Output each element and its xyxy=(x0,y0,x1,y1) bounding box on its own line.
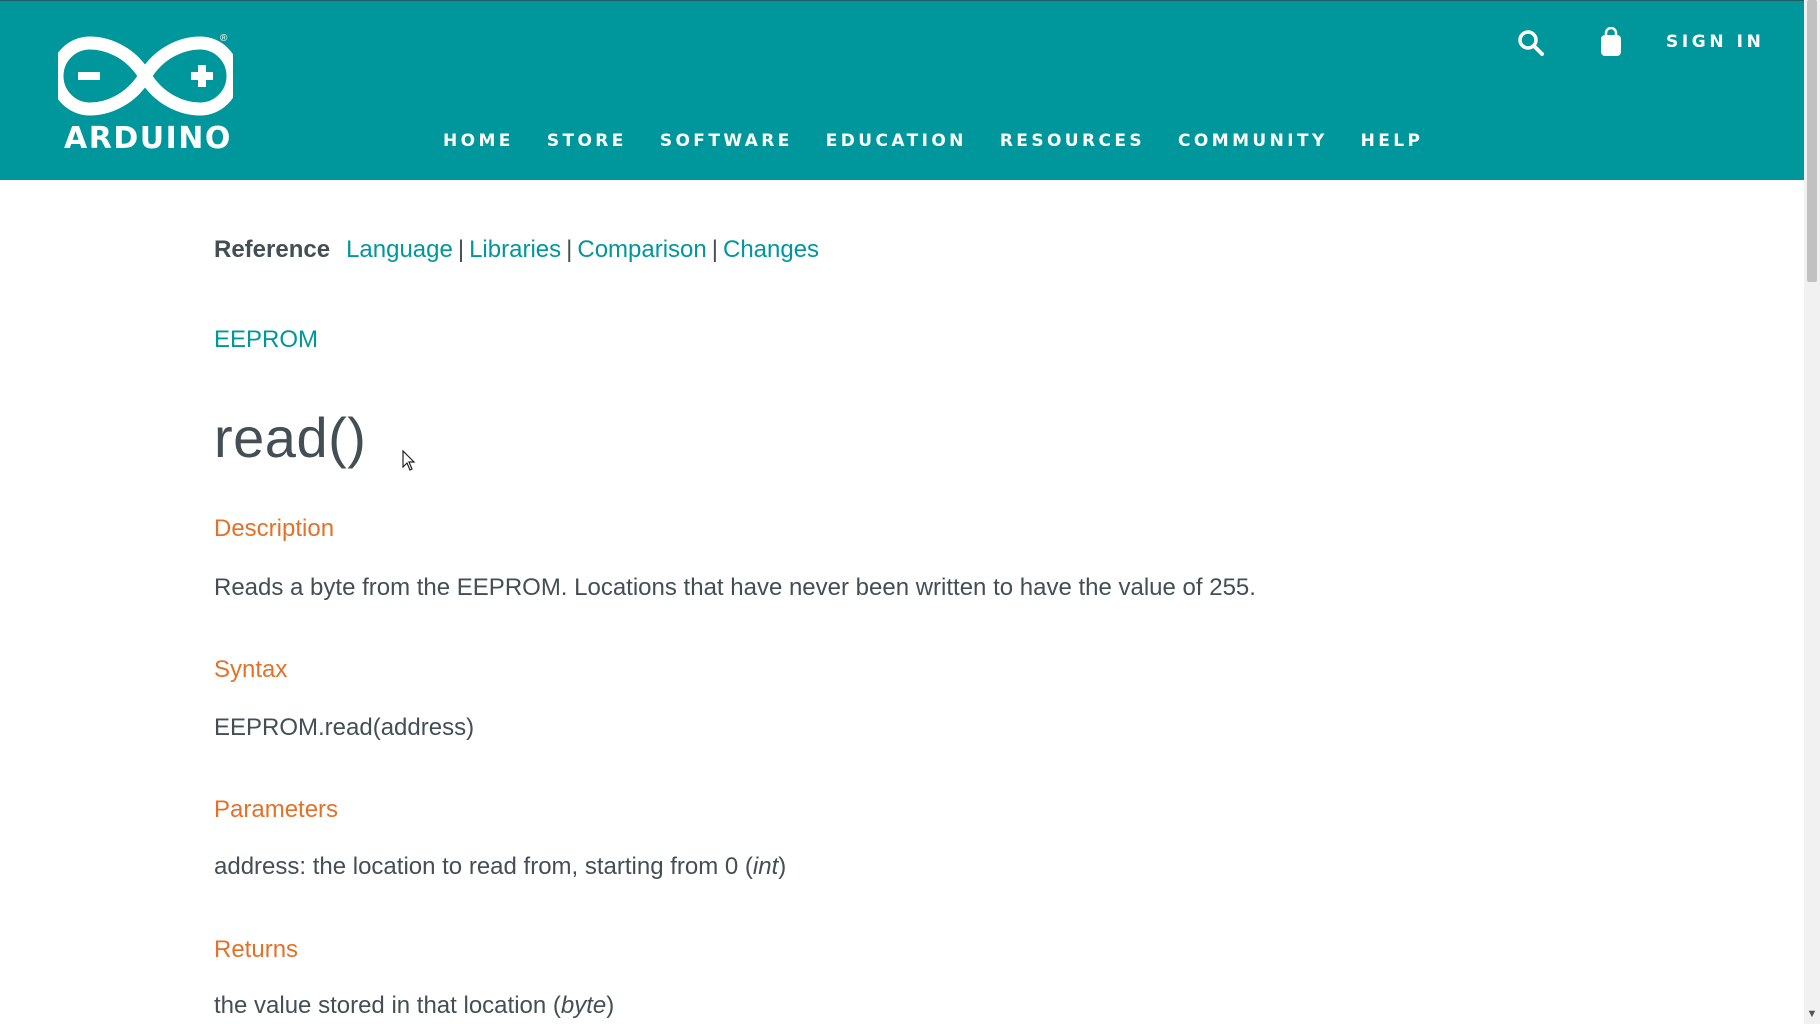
brand-wordmark: ARDUINO xyxy=(64,121,232,156)
nav-education[interactable]: EDUCATION xyxy=(826,131,967,151)
sign-in-link[interactable]: SIGN IN xyxy=(1666,32,1764,52)
description-heading: Description xyxy=(214,515,335,542)
parameters-close-paren: ) xyxy=(778,853,787,880)
search-icon[interactable] xyxy=(1517,29,1545,57)
infinity-logo-icon xyxy=(58,36,233,116)
returns-description: the value stored in that location ( xyxy=(214,992,561,1019)
description-text: Reads a byte from the EEPROM. Locations … xyxy=(214,574,1256,601)
scrollbar-thumb[interactable] xyxy=(1807,0,1817,282)
breadcrumb: Reference Language | Libraries | Comparison | C… xyxy=(214,236,819,264)
syntax-text: EEPROM.read(address) xyxy=(214,714,475,741)
parameters-description: address: the location to read from, star… xyxy=(214,853,753,880)
breadcrumb-comparison-link[interactable]: Comparison xyxy=(577,236,706,263)
breadcrumb-separator: | xyxy=(566,236,573,263)
parameters-text: address: the location to read from, star… xyxy=(214,853,786,881)
main-nav: HOME STORE SOFTWARE EDUCATION RESOURCES COMMU… xyxy=(443,131,1456,151)
nav-home[interactable]: HOME xyxy=(443,131,514,151)
nav-community[interactable]: COMMUNITY xyxy=(1178,131,1328,151)
shopping-bag-icon[interactable] xyxy=(1598,26,1624,57)
breadcrumb-reference-label: Reference xyxy=(214,236,331,263)
scroll-down-arrow-icon[interactable]: ▼ xyxy=(1806,1008,1818,1020)
breadcrumb-libraries-link[interactable]: Libraries xyxy=(469,236,561,263)
vertical-scrollbar[interactable]: ▼ xyxy=(1804,0,1820,1024)
breadcrumb-separator: | xyxy=(711,236,718,263)
parameters-heading: Parameters xyxy=(214,796,339,823)
returns-type: byte xyxy=(560,992,607,1019)
page-title: read() xyxy=(214,406,367,469)
site-header: ® ARDUINO HOME STORE SOFTWARE EDUCATION RESO… xyxy=(0,0,1804,180)
eeprom-library-link[interactable]: EEPROM xyxy=(214,326,318,354)
breadcrumb-language-link[interactable]: Language xyxy=(346,236,453,263)
mouse-cursor-icon xyxy=(402,450,416,471)
returns-text: the value stored in that location (byte) xyxy=(214,992,614,1020)
parameters-type: int xyxy=(752,853,779,880)
nav-resources[interactable]: RESOURCES xyxy=(1000,131,1145,151)
breadcrumb-separator: | xyxy=(457,236,465,263)
arduino-logo[interactable]: ® ARDUINO xyxy=(58,33,233,156)
registered-mark: ® xyxy=(220,33,228,44)
returns-heading: Returns xyxy=(214,936,299,963)
returns-close-paren: ) xyxy=(606,992,615,1019)
nav-help[interactable]: HELP xyxy=(1361,131,1424,151)
nav-store[interactable]: STORE xyxy=(547,131,627,151)
breadcrumb-changes-link[interactable]: Changes xyxy=(723,236,819,263)
nav-software[interactable]: SOFTWARE xyxy=(660,131,793,151)
syntax-heading: Syntax xyxy=(214,656,288,683)
